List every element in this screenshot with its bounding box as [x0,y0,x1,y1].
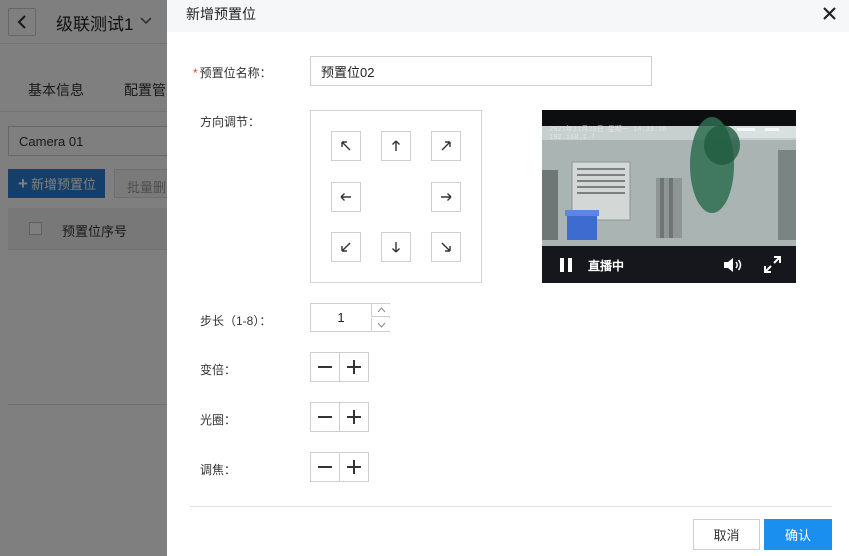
step-spinner: 1 [310,303,390,332]
required-asterisk: * [193,66,198,80]
cancel-button[interactable]: 取消 [693,519,760,550]
minus-icon [318,366,332,368]
step-decrease-button[interactable] [371,318,390,331]
chevron-up-icon [377,307,385,313]
arrow-up-left-icon [341,141,351,151]
arrow-right-icon [441,193,452,201]
arrow-down-right-button[interactable] [431,232,461,262]
video-control-bar [542,246,796,283]
dialog-header: 新增预置位 [167,0,849,32]
arrow-down-button[interactable] [381,232,411,262]
plus-icon [347,410,361,424]
arrow-up-icon [392,140,400,151]
video-osd-text: 2021年11月25日 星期一 14:23:36 192.168.1.7 [549,126,667,142]
zoom-label: 变倍： [200,363,237,377]
confirm-button[interactable]: 确认 [764,519,832,550]
minus-icon [318,416,332,418]
osd-timestamp: 2021年11月25日 星期一 14:23:36 [549,126,667,134]
osd-address: 192.168.1.7 [549,134,596,142]
volume-icon[interactable] [723,257,743,273]
arrow-down-icon [392,242,400,253]
add-preset-dialog: 新增预置位 *预置位名称： 方向调节： [167,0,849,556]
pause-icon[interactable] [559,258,573,272]
iris-label: 光圈： [200,413,237,427]
arrow-up-left-button[interactable] [331,131,361,161]
footer-divider [190,506,832,507]
plus-icon [347,360,361,374]
plus-icon [347,460,361,474]
zoom-in-button[interactable] [339,352,369,382]
iris-decrease-button[interactable] [310,402,340,432]
arrow-left-icon [340,193,351,201]
arrow-right-button[interactable] [431,182,461,212]
iris-increase-button[interactable] [339,402,369,432]
preset-name-label: * 预置位名称： [193,64,272,81]
step-increase-button[interactable] [371,304,390,317]
focus-increase-button[interactable] [339,452,369,482]
close-icon[interactable] [817,1,841,25]
arrow-up-right-icon [441,141,451,151]
preset-name-label-text: 预置位名称： [199,66,272,80]
zoom-controls [310,352,370,382]
arrow-up-button[interactable] [381,131,411,161]
arrow-up-right-button[interactable] [431,131,461,161]
live-status-label: 直播中 [588,259,625,273]
fullscreen-icon[interactable] [764,256,781,273]
iris-controls [310,402,370,432]
step-label: 步长（1-8）： [200,314,272,328]
arrow-left-button[interactable] [331,182,361,212]
arrow-down-left-icon [341,242,351,252]
focus-controls [310,452,370,482]
dialog-title: 新增预置位 [186,6,256,22]
focus-decrease-button[interactable] [310,452,340,482]
chevron-down-icon [377,322,385,328]
direction-label: 方向调节： [200,115,261,129]
zoom-out-button[interactable] [310,352,340,382]
arrow-down-right-icon [441,242,451,252]
direction-pad [310,110,482,283]
step-value[interactable]: 1 [311,304,371,331]
minus-icon [318,466,332,468]
arrow-down-left-button[interactable] [331,232,361,262]
preset-name-input[interactable] [310,56,652,86]
focus-label: 调焦： [200,463,237,477]
live-video-preview[interactable]: 2021年11月25日 星期一 14:23:36 192.168.1.7 直播中 [542,110,796,283]
